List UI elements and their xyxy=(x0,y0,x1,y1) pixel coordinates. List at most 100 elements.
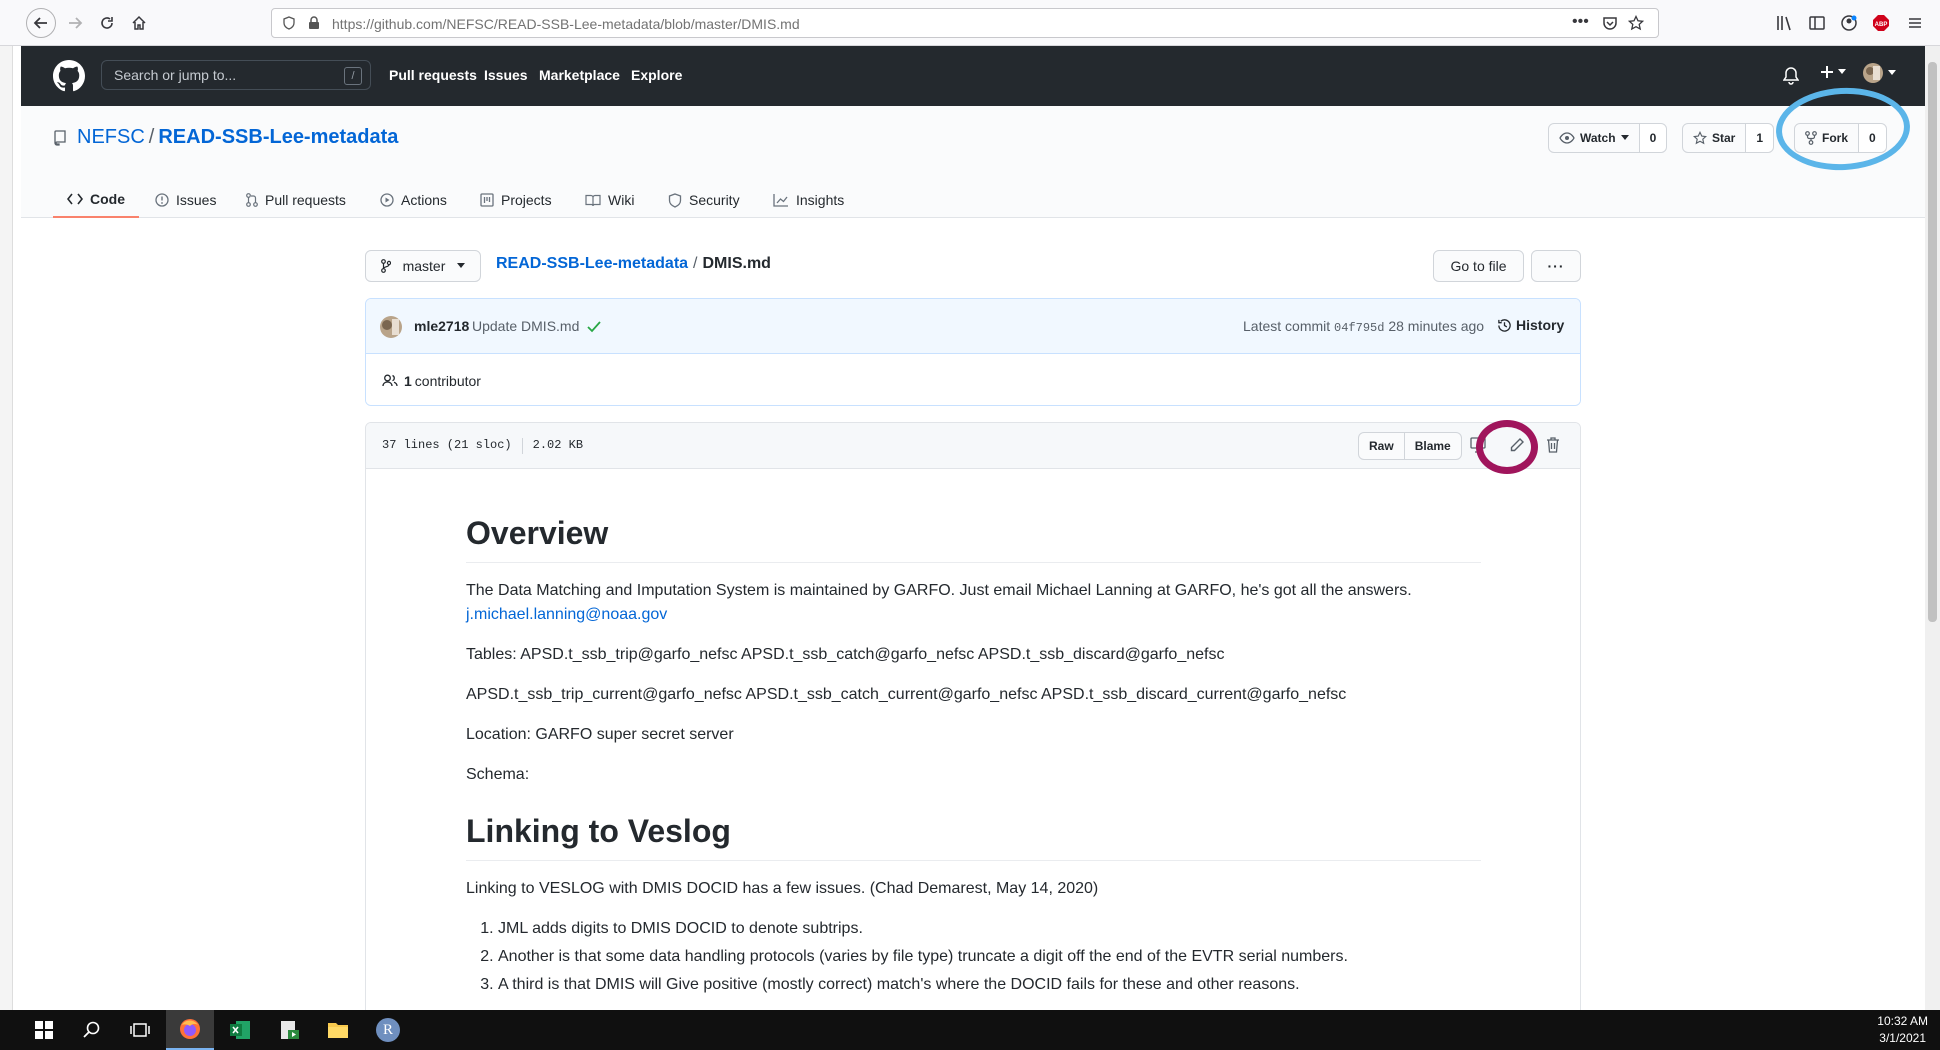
tab-security[interactable]: Security xyxy=(668,182,740,218)
nav-issues[interactable]: Issues xyxy=(484,67,528,83)
home-button[interactable] xyxy=(124,8,154,38)
tab-wiki[interactable]: Wiki xyxy=(585,182,634,218)
heading-overview: Overview xyxy=(466,513,1481,563)
tab-actions[interactable]: Actions xyxy=(380,182,447,218)
file-header: 37 lines (21 sloc) 2.02 KB Raw Blame xyxy=(366,423,1580,469)
watch-button-group: Watch 0 xyxy=(1548,123,1668,153)
star-button[interactable]: Star xyxy=(1683,124,1747,152)
back-button[interactable] xyxy=(26,8,56,38)
github-logo-icon[interactable] xyxy=(53,60,85,92)
project-board-icon xyxy=(480,193,494,207)
shield-icon xyxy=(668,192,682,208)
check-icon xyxy=(587,321,601,333)
pull-request-icon xyxy=(246,193,258,207)
shield-icon xyxy=(283,16,295,30)
taskbar-search[interactable] xyxy=(68,1010,116,1050)
reload-icon xyxy=(101,17,113,29)
code-icon xyxy=(67,193,83,205)
caret-down-icon xyxy=(1620,135,1629,140)
windows-taskbar: R 10:32 AM 3/1/2021 xyxy=(0,1010,1940,1050)
scrollbar-thumb[interactable] xyxy=(1928,62,1937,622)
bookmark-star-icon[interactable] xyxy=(1628,15,1644,31)
page-actions-icon[interactable]: ••• xyxy=(1572,13,1589,31)
taskbar-clock[interactable]: 10:32 AM 3/1/2021 xyxy=(1877,1013,1928,1047)
forward-button[interactable] xyxy=(60,8,90,38)
contributors-row[interactable]: 1 contributor xyxy=(366,354,1580,405)
tab-code-label: Code xyxy=(90,191,125,207)
tab-insights-label: Insights xyxy=(796,192,845,208)
taskbar-excel[interactable] xyxy=(216,1010,264,1050)
windows-logo-icon xyxy=(35,1021,53,1039)
paragraph-current-tables: APSD.t_ssb_trip_current@garfo_nefsc APSD… xyxy=(466,686,1347,703)
create-new-menu[interactable] xyxy=(1819,64,1846,80)
graph-icon xyxy=(773,194,788,207)
start-button[interactable] xyxy=(20,1010,68,1050)
paragraph-tables: Tables: APSD.t_ssb_trip@garfo_nefsc APSD… xyxy=(466,646,1225,663)
clock-date: 3/1/2021 xyxy=(1879,1031,1926,1045)
tab-code[interactable]: Code xyxy=(53,182,139,218)
paragraph-location: Location: GARFO super secret server xyxy=(466,726,734,743)
search-input[interactable] xyxy=(102,61,370,89)
more-options-button[interactable]: ··· xyxy=(1531,250,1581,282)
breadcrumb-repo-link[interactable]: READ-SSB-Lee-metadata xyxy=(496,255,688,272)
watch-button[interactable]: Watch xyxy=(1549,124,1640,152)
list-item: A third is that DMIS will Give positive … xyxy=(498,973,1481,997)
reload-button[interactable] xyxy=(92,8,122,38)
paragraph-schema: Schema: xyxy=(466,766,530,783)
latest-commit-label: Latest commit xyxy=(1243,318,1331,334)
history-link[interactable]: History xyxy=(1497,317,1564,333)
watch-count[interactable]: 0 xyxy=(1639,124,1667,152)
latest-commit-box: mle2718 Update DMIS.md Latest commit 04f… xyxy=(365,298,1581,406)
commit-author[interactable]: mle2718 xyxy=(414,318,469,334)
repo-name-link[interactable]: READ-SSB-Lee-metadata xyxy=(158,126,398,148)
task-view[interactable] xyxy=(116,1010,164,1050)
tab-pull-requests-label: Pull requests xyxy=(265,192,346,208)
url-bar[interactable]: https://github.com/NEFSC/READ-SSB-Lee-me… xyxy=(271,8,1659,38)
tab-insights[interactable]: Insights xyxy=(773,182,844,218)
tab-pull-requests[interactable]: Pull requests xyxy=(246,182,346,218)
user-menu[interactable] xyxy=(1862,62,1896,84)
watch-label: Watch xyxy=(1580,131,1616,145)
pocket-icon[interactable] xyxy=(1602,15,1618,31)
taskbar-file-explorer[interactable] xyxy=(314,1010,362,1050)
taskbar-r[interactable]: R xyxy=(364,1010,412,1050)
contributors-count: 1 xyxy=(404,372,412,389)
account-icon[interactable] xyxy=(1840,14,1858,32)
tab-projects[interactable]: Projects xyxy=(480,182,552,218)
file-view-buttons: Raw Blame xyxy=(1358,432,1462,460)
raw-button[interactable]: Raw xyxy=(1359,433,1404,459)
forward-arrow-icon xyxy=(69,17,83,29)
avatar xyxy=(1863,63,1883,83)
author-avatar[interactable] xyxy=(379,315,403,339)
notifications-bell-icon[interactable] xyxy=(1783,67,1799,85)
page-scrollbar[interactable] xyxy=(1925,46,1940,1010)
library-icon[interactable] xyxy=(1776,14,1794,32)
star-icon xyxy=(1693,131,1707,145)
commit-time: 28 minutes ago xyxy=(1388,318,1485,334)
branch-name: master xyxy=(402,258,446,274)
nav-pull-requests[interactable]: Pull requests xyxy=(389,67,477,83)
branch-select-button[interactable]: master xyxy=(365,250,481,282)
adblock-icon[interactable]: ABP xyxy=(1872,14,1890,32)
commit-sha[interactable]: 04f795d xyxy=(1334,321,1384,335)
nav-explore[interactable]: Explore xyxy=(631,67,682,83)
trash-icon[interactable] xyxy=(1546,436,1560,453)
github-search[interactable]: / xyxy=(101,60,371,90)
star-count[interactable]: 1 xyxy=(1746,124,1774,152)
commit-message[interactable]: Update DMIS.md xyxy=(472,318,579,334)
tab-issues[interactable]: Issues xyxy=(155,182,216,218)
nav-marketplace[interactable]: Marketplace xyxy=(539,67,620,83)
markdown-body: Overview The Data Matching and Imputatio… xyxy=(466,469,1481,1001)
sidebar-icon[interactable] xyxy=(1808,14,1826,32)
repo-owner-link[interactable]: NEFSC xyxy=(77,126,145,148)
taskbar-media-app[interactable] xyxy=(266,1010,314,1050)
email-link[interactable]: j.michael.lanning@noaa.gov xyxy=(466,606,667,623)
menu-icon[interactable] xyxy=(1906,14,1924,32)
clock-time: 10:32 AM xyxy=(1877,1014,1928,1028)
blame-button[interactable]: Blame xyxy=(1403,433,1461,459)
tab-actions-label: Actions xyxy=(401,192,447,208)
file-size: 2.02 KB xyxy=(532,438,584,452)
go-to-file-button[interactable]: Go to file xyxy=(1433,250,1524,282)
taskbar-firefox[interactable] xyxy=(166,1010,214,1050)
breadcrumb-file-name: DMIS.md xyxy=(702,255,771,272)
